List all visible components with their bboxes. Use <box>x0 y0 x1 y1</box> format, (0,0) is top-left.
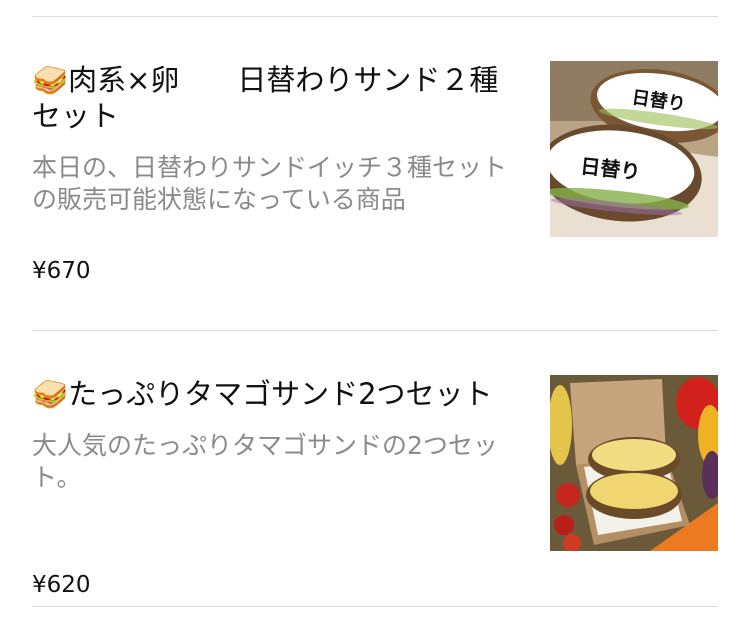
item-image[interactable]: 日替り 日替り <box>550 61 718 237</box>
item-divider <box>32 330 718 331</box>
item-price: ¥670 <box>32 258 91 284</box>
sandwich-icon: 🥪 <box>32 377 69 411</box>
top-divider <box>32 16 718 17</box>
egg-sandwich-photo <box>550 375 718 551</box>
item-description: 大人気のたっぷりタマゴサンドの2つセット。 <box>32 431 498 492</box>
daily-sandwich-photo: 日替り 日替り <box>550 61 718 237</box>
item-price: ¥620 <box>32 572 91 598</box>
bottom-divider <box>32 606 718 607</box>
item-title-text: 肉系×卵 日替わりサンド２種セット <box>32 63 499 133</box>
menu-item-egg-sandwich-set[interactable]: 🥪たっぷりタマゴサンド2つセット 大人気のたっぷりタマゴサンドの2つセット。 ¥… <box>32 375 718 606</box>
item-image[interactable] <box>550 375 718 551</box>
item-text: 🥪たっぷりタマゴサンド2つセット 大人気のたっぷりタマゴサンドの2つセット。 <box>32 376 522 494</box>
item-description: 本日の、日替わりサンドイッチ３種セットの販売可能状態になっている商品 <box>32 153 508 214</box>
menu-item-daily-sandwich-set[interactable]: 🥪肉系×卵 日替わりサンド２種セット 本日の、日替わりサンドイッチ３種セットの販… <box>32 61 718 292</box>
item-title: 🥪たっぷりタマゴサンド2つセット <box>32 376 522 412</box>
item-text: 🥪肉系×卵 日替わりサンド２種セット 本日の、日替わりサンドイッチ３種セットの販… <box>32 62 522 216</box>
item-title-text: たっぷりタマゴサンド2つセット <box>68 377 493 411</box>
sandwich-icon: 🥪 <box>32 63 69 97</box>
item-title: 🥪肉系×卵 日替わりサンド２種セット <box>32 62 522 134</box>
